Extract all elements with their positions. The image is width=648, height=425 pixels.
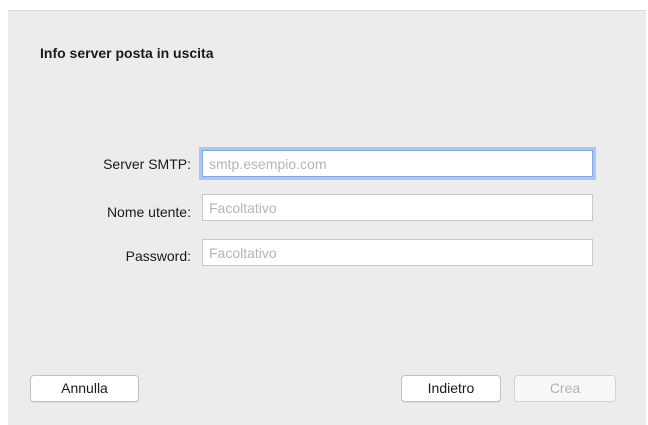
password-input[interactable]: [202, 239, 593, 266]
account-setup-sheet: Info server posta in uscita Server SMTP:…: [8, 10, 646, 425]
cancel-button[interactable]: Annulla: [30, 375, 139, 402]
back-button[interactable]: Indietro: [401, 375, 501, 402]
page-title: Info server posta in uscita: [40, 45, 214, 61]
create-button[interactable]: Crea: [514, 375, 616, 402]
smtp-server-label: Server SMTP:: [103, 156, 191, 172]
dialog-window: { "dialog": { "title": "Info server post…: [0, 0, 648, 425]
username-label: Nome utente:: [106, 204, 191, 220]
username-input[interactable]: [202, 194, 593, 221]
smtp-server-input[interactable]: [202, 150, 593, 177]
password-label: Password:: [125, 248, 191, 264]
